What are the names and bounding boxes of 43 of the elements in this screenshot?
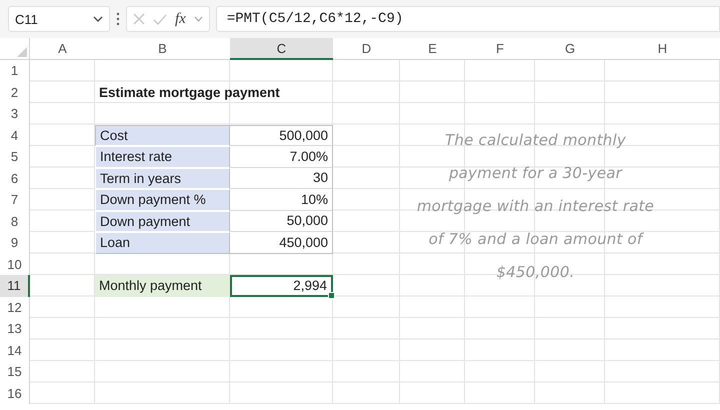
more-icon[interactable] (116, 12, 120, 26)
insert-function-button[interactable]: fx (175, 10, 186, 28)
row-header[interactable]: 2 (0, 82, 30, 103)
cell-reference: C11 (15, 12, 38, 26)
row-header[interactable]: 4 (0, 124, 30, 146)
fill-handle[interactable] (328, 292, 335, 298)
row-header[interactable]: 5 (0, 146, 30, 168)
row-header[interactable]: 16 (0, 382, 30, 404)
triangle-icon (17, 47, 27, 57)
row-header[interactable]: 14 (0, 340, 30, 361)
input-value: 7.00% (230, 146, 333, 168)
row-header[interactable]: 6 (0, 168, 30, 189)
column-header[interactable]: C (230, 38, 333, 60)
result-label: Monthly payment (95, 275, 230, 296)
row-header[interactable]: 8 (0, 210, 30, 232)
row-header[interactable]: 11 (0, 275, 30, 296)
input-label: Interest rate (95, 146, 230, 168)
result-value[interactable]: 2,994 (230, 275, 333, 296)
row-header[interactable]: 13 (0, 318, 30, 340)
input-label: Loan (95, 232, 230, 254)
input-label: Term in years (95, 168, 230, 189)
row-header[interactable]: 1 (0, 60, 30, 82)
row-header[interactable]: 12 (0, 296, 30, 318)
chevron-icon (93, 16, 103, 22)
input-label: Down payment % (95, 189, 230, 210)
row-header[interactable]: 9 (0, 232, 30, 254)
sheet-title: Estimate mortgage payment (98, 84, 281, 102)
formula-field[interactable]: =PMT(C5/12,C6*12,-C9) (216, 6, 720, 32)
input-value: 30 (230, 168, 333, 189)
input-label: Down payment (95, 210, 230, 232)
row-header[interactable]: 15 (0, 361, 30, 382)
input-value: 10% (230, 189, 333, 210)
note-text: The calculated monthly payment for a 30-year mortgage with an interest rate of 7% and a loan amount of $450,000. (416, 130, 656, 283)
check-icon[interactable] (153, 14, 167, 24)
input-value: 450,000 (230, 232, 333, 254)
cancel-icon[interactable] (133, 13, 145, 25)
input-value: 500,000 (230, 124, 333, 146)
row-header[interactable]: 3 (0, 103, 30, 124)
row-header[interactable]: 7 (0, 189, 30, 210)
name-box[interactable]: C11 (8, 6, 110, 32)
chevron-icon[interactable] (194, 16, 203, 22)
input-label: Cost (95, 124, 230, 146)
input-value: 50,000 (230, 210, 333, 232)
